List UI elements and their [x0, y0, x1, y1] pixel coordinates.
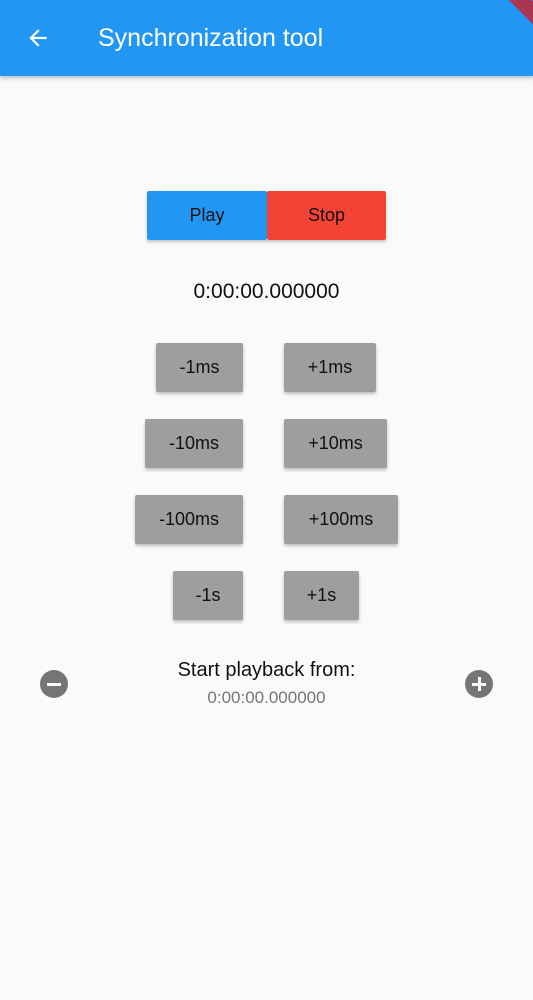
plus-1s-button[interactable]: +1s	[284, 571, 359, 620]
play-button[interactable]: Play	[147, 191, 267, 240]
playback-controls: Play Stop	[147, 191, 386, 240]
app-bar: Synchronization tool	[0, 0, 533, 76]
back-button[interactable]	[14, 14, 62, 62]
minus-100ms-button[interactable]: -100ms	[135, 495, 243, 544]
plus-100ms-button[interactable]: +100ms	[284, 495, 398, 544]
plus-1ms-button[interactable]: +1ms	[284, 343, 376, 392]
minus-1ms-button[interactable]: -1ms	[156, 343, 243, 392]
start-playback-value: 0:00:00.000000	[207, 688, 326, 707]
stop-button[interactable]: Stop	[267, 191, 386, 240]
timer-display: 0:00:00.000000	[193, 280, 340, 303]
minus-1s-button[interactable]: -1s	[173, 571, 243, 620]
debug-banner	[484, 0, 533, 40]
start-playback-label: Start playback from:	[177, 659, 356, 681]
arrow-left-icon	[29, 29, 47, 47]
minus-10ms-button[interactable]: -10ms	[145, 419, 243, 468]
plus-10ms-button[interactable]: +10ms	[284, 419, 387, 468]
page-title: Synchronization tool	[98, 24, 324, 52]
